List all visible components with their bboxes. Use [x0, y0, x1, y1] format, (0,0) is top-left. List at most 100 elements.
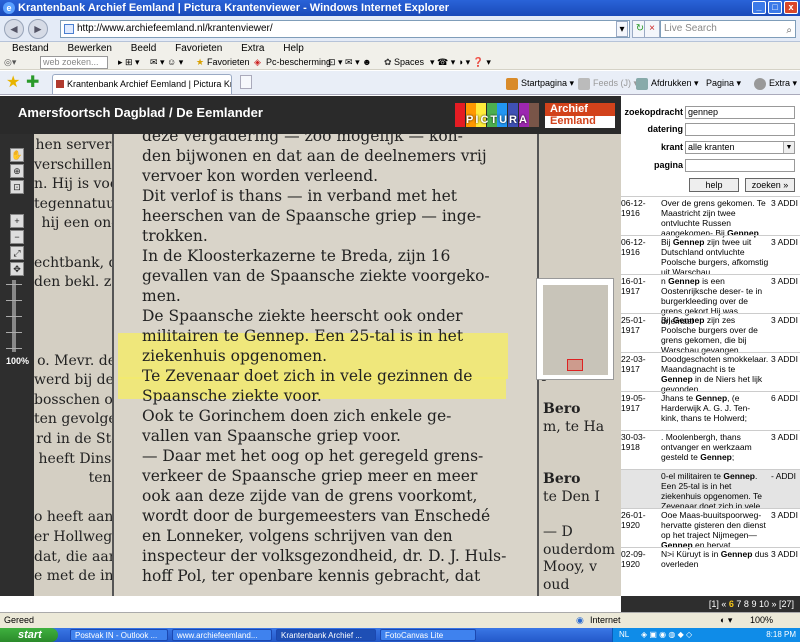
result-add-link[interactable]: 3 ADDI: [771, 354, 800, 364]
favorites-center-icon[interactable]: ★: [6, 74, 20, 92]
result-add-link[interactable]: 6 ADDI: [771, 393, 800, 403]
new-tab-button[interactable]: [240, 75, 252, 89]
result-row[interactable]: 19-05- 1917 Jhans te Gennep, (e Harderwij…: [621, 391, 800, 430]
feeds-button[interactable]: Feeds (J) ▾: [578, 75, 638, 91]
result-add-link[interactable]: 3 ADDI: [771, 432, 800, 442]
url-input[interactable]: http://www.archiefeemland.nl/krantenview…: [60, 20, 630, 38]
tray-icons[interactable]: ◈ ▣ ◉ ◍ ◆ ◇: [641, 628, 692, 642]
menu-extra[interactable]: Extra: [241, 43, 264, 54]
result-snippet: Jhans te Gennep, (e Harderwijk A. G. J. …: [661, 393, 751, 423]
result-row[interactable]: 22-03- 1917 Doodgeschoten smokkelaar. Maa…: [621, 352, 800, 394]
search-go-icon[interactable]: ▸ ⊞ ▾: [118, 55, 140, 70]
language-indicator[interactable]: NL: [619, 628, 629, 642]
pagina-input[interactable]: [685, 159, 795, 172]
help-button[interactable]: help: [689, 178, 739, 192]
newspaper-viewer: ✋ ⊕ ⊡ + − ⤢ ✥ 100% hen server-verschille…: [0, 134, 621, 596]
search-icon[interactable]: ⌕: [786, 23, 792, 39]
pager-first[interactable]: [1] «: [709, 599, 727, 609]
tab-krantenbank[interactable]: Krantenbank Archief Eemland | Pictura Kr…: [52, 74, 232, 94]
thumbnail-viewport[interactable]: [567, 359, 583, 371]
krant-label: krant: [660, 142, 683, 152]
url-dropdown-button[interactable]: ▾: [616, 21, 628, 37]
result-row[interactable]: 16-01- 1917 n Gennep is een Oostenrijksch…: [621, 274, 800, 326]
zoom-in-icon[interactable]: ⊕: [10, 164, 24, 178]
toolbar-misc-icon[interactable]: ✉ ▾ ☺ ▾: [150, 55, 183, 70]
article-line: vervoer kon worden verleend.: [142, 167, 379, 185]
web-search-input[interactable]: web zoeken...: [40, 56, 108, 69]
krant-select[interactable]: alle kranten ▼: [685, 141, 795, 154]
page-thumbnail[interactable]: [536, 278, 614, 380]
move-icon[interactable]: ✥: [10, 262, 24, 276]
status-zoom[interactable]: 100%: [750, 613, 773, 628]
back-button[interactable]: ◄: [4, 19, 24, 39]
taskbar-item-outlook[interactable]: Postvak IN - Outlook ...: [70, 629, 168, 641]
hand-icon[interactable]: ✋: [10, 148, 24, 162]
live-search-input[interactable]: Live Search ⌕: [660, 20, 796, 38]
pager-last[interactable]: » [27]: [771, 599, 794, 609]
result-row[interactable]: 26-01- 1920 Ooe Maas-buuitspoorweg- herva…: [621, 508, 800, 550]
result-date: 25-01- 1917: [621, 315, 646, 335]
taskbar-item-browser[interactable]: www.archiefeemland...: [172, 629, 272, 641]
result-row[interactable]: 0-el militairen te Gennep. Een 25-tal is…: [621, 469, 800, 511]
zoom-region-icon[interactable]: ⊡: [10, 180, 24, 194]
result-date: 22-03- 1917: [621, 354, 646, 374]
pager-page-7[interactable]: 7: [736, 599, 744, 609]
result-add-link[interactable]: 3 ADDI: [771, 276, 800, 286]
newspaper-page[interactable]: hen server-verschillen-n. Hij is voor teg…: [34, 134, 621, 596]
menu-bestand[interactable]: Bestand: [12, 43, 49, 54]
left-column-line: tegennatuur-: [34, 195, 112, 212]
page-menu-button[interactable]: Pagina ▾: [706, 75, 741, 91]
home-button[interactable]: Startpagina ▾: [506, 75, 574, 91]
datering-input[interactable]: [685, 123, 795, 136]
maximize-button[interactable]: □: [768, 1, 782, 14]
search-button[interactable]: zoeken »: [745, 178, 795, 192]
article-line: Dit verlof is thans — in verband met het: [142, 187, 458, 205]
left-column-line: dat, die aan: [34, 548, 114, 565]
taskbar-item-fotocanvas[interactable]: FotoCanvas Lite: [380, 629, 476, 641]
fit-icon[interactable]: ⤢: [10, 246, 24, 260]
menu-beeld[interactable]: Beeld: [131, 43, 157, 54]
zoom-out-icon[interactable]: −: [10, 230, 24, 244]
minimize-button[interactable]: _: [752, 1, 766, 14]
spaces-link[interactable]: Spaces: [394, 55, 424, 70]
tab-bar: ★ ✚ Krantenbank Archief Eemland | Pictur…: [0, 71, 800, 95]
zoom-in-small-icon[interactable]: +: [10, 214, 24, 228]
pictura-logo: PICTURA: [455, 103, 540, 127]
result-add-link[interactable]: 3 ADDI: [771, 198, 800, 208]
extra-menu-button[interactable]: Extra ▾: [754, 75, 797, 91]
result-snippet: Ooe Maas-buuitspoorweg- hervatte gistere…: [661, 510, 766, 550]
result-add-link[interactable]: - ADDI: [771, 471, 800, 481]
result-date: 06-12- 1916: [621, 237, 646, 257]
gear-icon: [754, 77, 766, 90]
left-column-line: o heeft aan-: [34, 509, 114, 526]
result-add-link[interactable]: 3 ADDI: [771, 510, 800, 520]
result-row[interactable]: 06-12- 1916 Over de grens gekomen. Te Maa…: [621, 196, 800, 238]
forward-button[interactable]: ►: [28, 19, 48, 39]
zoekopdracht-input[interactable]: gennep: [685, 106, 795, 119]
result-add-link[interactable]: 3 ADDI: [771, 315, 800, 325]
result-row[interactable]: 02-09- 1920 N>i Küruyt is in Gennep dus o…: [621, 547, 800, 586]
pager-page-10[interactable]: 10: [759, 599, 772, 609]
stop-button[interactable]: ×: [644, 20, 660, 38]
pc-protection-link[interactable]: Pc-bescherming: [266, 55, 331, 70]
start-button[interactable]: start: [0, 628, 58, 642]
print-button[interactable]: Afdrukken ▾: [636, 75, 699, 91]
protected-mode-icon[interactable]: ◐ ▾: [720, 613, 732, 628]
result-row[interactable]: 30-03- 1918 . Moolenbergh, thans ontvange…: [621, 430, 800, 469]
taskbar-item-krantenbank[interactable]: Krantenbank Archief ...: [276, 629, 376, 641]
right-column-line: ouderdom: [543, 541, 616, 558]
menu-help[interactable]: Help: [283, 43, 304, 54]
result-row[interactable]: 25-01- 1917 Bij Gennep zijn zes Poolsche …: [621, 313, 800, 355]
pager-page-9[interactable]: 9: [751, 599, 759, 609]
result-row[interactable]: 06-12- 1916 Bij Gennep zijn twee uit Duts…: [621, 235, 800, 277]
menu-favorieten[interactable]: Favorieten: [175, 43, 222, 54]
menu-bewerken[interactable]: Bewerken: [67, 43, 111, 54]
rss-icon[interactable]: ⊡ ▾ ✉ ▾ ☻: [328, 55, 372, 70]
toolbar-extra-icons[interactable]: ▾ ☎ ▾ ◑ ▾ ❓ ▾: [430, 55, 491, 70]
result-add-link[interactable]: 3 ADDI: [771, 237, 800, 247]
favorites-link[interactable]: Favorieten: [207, 55, 250, 70]
archief-eemland-logo[interactable]: Archief Eemland: [545, 103, 615, 128]
add-favorite-icon[interactable]: ✚: [26, 74, 39, 92]
result-add-link[interactable]: 3 ADDI: [771, 549, 800, 559]
close-button[interactable]: x: [784, 1, 798, 14]
